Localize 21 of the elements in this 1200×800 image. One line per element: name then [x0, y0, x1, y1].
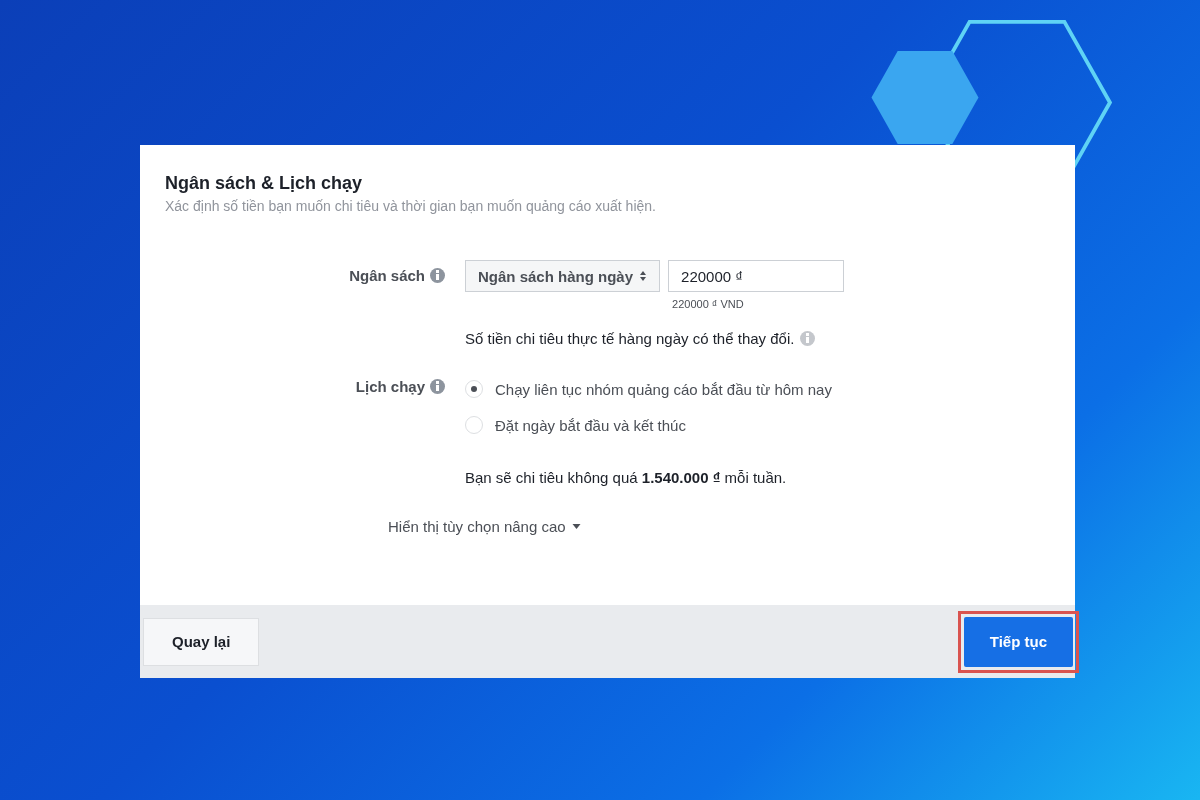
continue-button[interactable]: Tiếp tục — [963, 616, 1073, 667]
amount-field[interactable]: 220000 ₫ — [668, 260, 845, 292]
amount-hint: 220000 ₫ VND — [671, 298, 745, 310]
spend-summary: Bạn sẽ chi tiêu không quá 1.540.000 ₫ mỗi tuần. — [465, 469, 788, 486]
radio-label: Đặt ngày bắt đầu và kết thúc — [495, 416, 686, 434]
budget-note: Số tiền chi tiêu thực tế hàng ngày có thể thay đổi. — [465, 330, 795, 347]
field-label: Ngân sách — [349, 266, 425, 284]
advanced-options-link[interactable]: Hiển thị tùy chọn nâng cao — [388, 518, 581, 535]
sort-caret-icon — [639, 270, 648, 282]
info-icon[interactable] — [430, 378, 445, 394]
radio-label: Chạy liên tục nhóm quảng cáo bắt đầu từ hôm nay — [495, 380, 832, 398]
dialog-title: Ngân sách & Lịch chạy — [165, 173, 364, 194]
radio-button[interactable] — [465, 416, 483, 434]
dialog-subtitle: Xác định số tiền bạn muốn chi tiêu và thời gian bạn muốn quảng cáo xuất hiện. — [165, 198, 657, 214]
back-button[interactable]: Quay lại — [143, 617, 260, 666]
caret-icon — [571, 524, 581, 529]
field-label: Lịch chạy — [355, 377, 425, 395]
info-icon[interactable] — [800, 331, 816, 346]
budget-type-select[interactable]: Ngân sách hàng ngày — [465, 260, 661, 292]
info-icon[interactable] — [430, 267, 445, 283]
radio-button[interactable] — [465, 380, 483, 398]
